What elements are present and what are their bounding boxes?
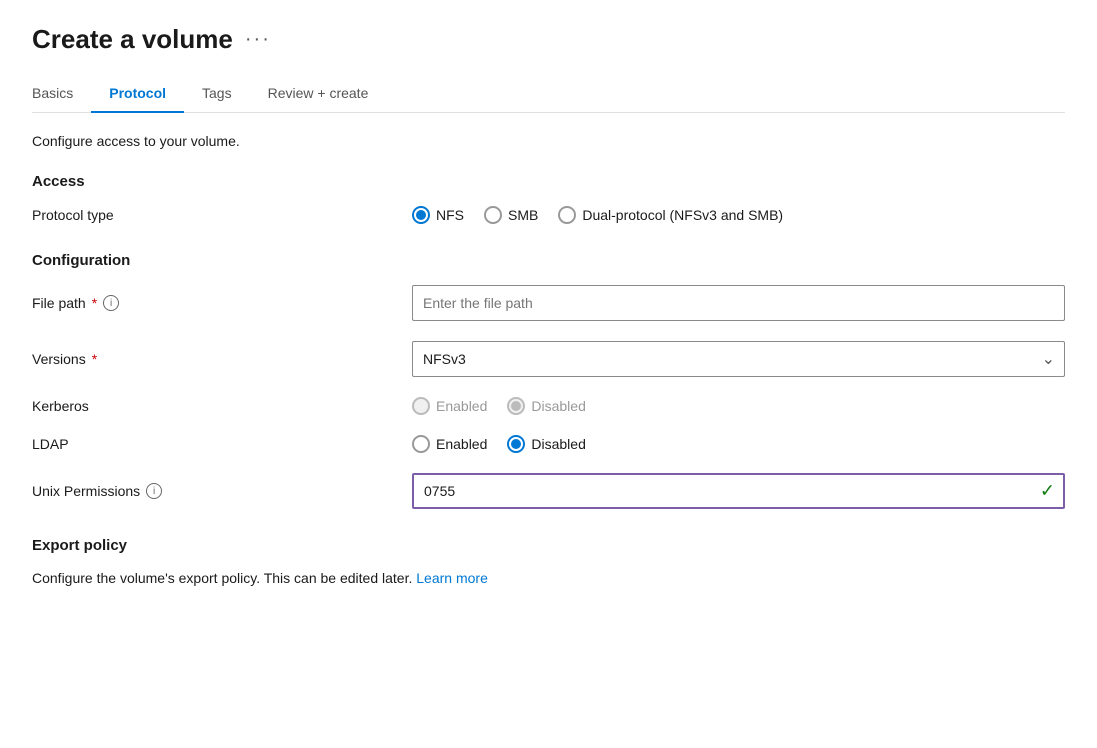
kerberos-disabled-label: Disabled bbox=[531, 398, 585, 414]
protocol-type-row: Protocol type NFS SMB Dual-protocol (NFS… bbox=[32, 206, 1065, 224]
export-policy-title: Export policy bbox=[32, 537, 1065, 554]
protocol-smb-radio[interactable] bbox=[484, 206, 502, 224]
file-path-info-icon[interactable]: i bbox=[103, 295, 119, 311]
configuration-section-title: Configuration bbox=[32, 252, 1065, 269]
ldap-disabled-label: Disabled bbox=[531, 436, 585, 452]
export-policy-section: Export policy Configure the volume's exp… bbox=[32, 537, 1065, 586]
protocol-nfs-option[interactable]: NFS bbox=[412, 206, 464, 224]
protocol-smb-option[interactable]: SMB bbox=[484, 206, 538, 224]
kerberos-enabled-option: Enabled bbox=[412, 397, 487, 415]
ldap-row: LDAP Enabled Disabled bbox=[32, 435, 1065, 453]
file-path-label: File path * i bbox=[32, 295, 412, 311]
kerberos-radio-group: Enabled Disabled bbox=[412, 397, 1065, 415]
versions-control: NFSv3 NFSv4.1 ⌄ bbox=[412, 341, 1065, 377]
protocol-type-control: NFS SMB Dual-protocol (NFSv3 and SMB) bbox=[412, 206, 1065, 224]
kerberos-enabled-label: Enabled bbox=[436, 398, 487, 414]
section-subtitle: Configure access to your volume. bbox=[32, 133, 1065, 149]
protocol-nfs-label: NFS bbox=[436, 207, 464, 223]
versions-label: Versions * bbox=[32, 351, 412, 367]
ldap-enabled-radio[interactable] bbox=[412, 435, 430, 453]
kerberos-disabled-radio bbox=[507, 397, 525, 415]
unix-permissions-info-icon[interactable]: i bbox=[146, 483, 162, 499]
file-path-input[interactable] bbox=[412, 285, 1065, 321]
ldap-control: Enabled Disabled bbox=[412, 435, 1065, 453]
tab-tags[interactable]: Tags bbox=[184, 75, 250, 113]
protocol-smb-label: SMB bbox=[508, 207, 538, 223]
page-title: Create a volume bbox=[32, 24, 233, 55]
export-policy-description: Configure the volume's export policy. Th… bbox=[32, 570, 1065, 586]
unix-permissions-row: Unix Permissions i ✓ bbox=[32, 473, 1065, 509]
more-options-icon[interactable]: ··· bbox=[245, 28, 271, 51]
ldap-enabled-option[interactable]: Enabled bbox=[412, 435, 487, 453]
versions-required: * bbox=[92, 351, 97, 367]
file-path-required: * bbox=[92, 295, 97, 311]
unix-permissions-input-wrapper: ✓ bbox=[412, 473, 1065, 509]
access-section: Access Protocol type NFS SMB Dual-protoc… bbox=[32, 173, 1065, 224]
ldap-disabled-option[interactable]: Disabled bbox=[507, 435, 585, 453]
kerberos-label: Kerberos bbox=[32, 398, 412, 414]
ldap-disabled-radio[interactable] bbox=[507, 435, 525, 453]
unix-permissions-label: Unix Permissions i bbox=[32, 483, 412, 499]
unix-permissions-check-icon: ✓ bbox=[1040, 481, 1055, 502]
ldap-radio-group: Enabled Disabled bbox=[412, 435, 1065, 453]
file-path-row: File path * i bbox=[32, 285, 1065, 321]
access-section-title: Access bbox=[32, 173, 1065, 190]
versions-select[interactable]: NFSv3 NFSv4.1 bbox=[412, 341, 1065, 377]
protocol-nfs-radio[interactable] bbox=[412, 206, 430, 224]
tab-nav: Basics Protocol Tags Review + create bbox=[32, 75, 1065, 113]
ldap-label: LDAP bbox=[32, 436, 412, 452]
protocol-type-label: Protocol type bbox=[32, 207, 412, 223]
file-path-control bbox=[412, 285, 1065, 321]
protocol-dual-option[interactable]: Dual-protocol (NFSv3 and SMB) bbox=[558, 206, 783, 224]
protocol-dual-label: Dual-protocol (NFSv3 and SMB) bbox=[582, 207, 783, 223]
tab-protocol[interactable]: Protocol bbox=[91, 75, 184, 113]
tab-basics[interactable]: Basics bbox=[32, 75, 91, 113]
versions-row: Versions * NFSv3 NFSv4.1 ⌄ bbox=[32, 341, 1065, 377]
unix-permissions-input[interactable] bbox=[412, 473, 1065, 509]
ldap-enabled-label: Enabled bbox=[436, 436, 487, 452]
protocol-dual-radio[interactable] bbox=[558, 206, 576, 224]
protocol-type-radio-group: NFS SMB Dual-protocol (NFSv3 and SMB) bbox=[412, 206, 1065, 224]
kerberos-enabled-radio bbox=[412, 397, 430, 415]
versions-select-wrapper: NFSv3 NFSv4.1 ⌄ bbox=[412, 341, 1065, 377]
configuration-section: Configuration File path * i Versions * N… bbox=[32, 252, 1065, 509]
unix-permissions-control: ✓ bbox=[412, 473, 1065, 509]
kerberos-row: Kerberos Enabled Disabled bbox=[32, 397, 1065, 415]
kerberos-control: Enabled Disabled bbox=[412, 397, 1065, 415]
kerberos-disabled-option: Disabled bbox=[507, 397, 585, 415]
tab-review-create[interactable]: Review + create bbox=[250, 75, 387, 113]
learn-more-link[interactable]: Learn more bbox=[416, 570, 488, 586]
